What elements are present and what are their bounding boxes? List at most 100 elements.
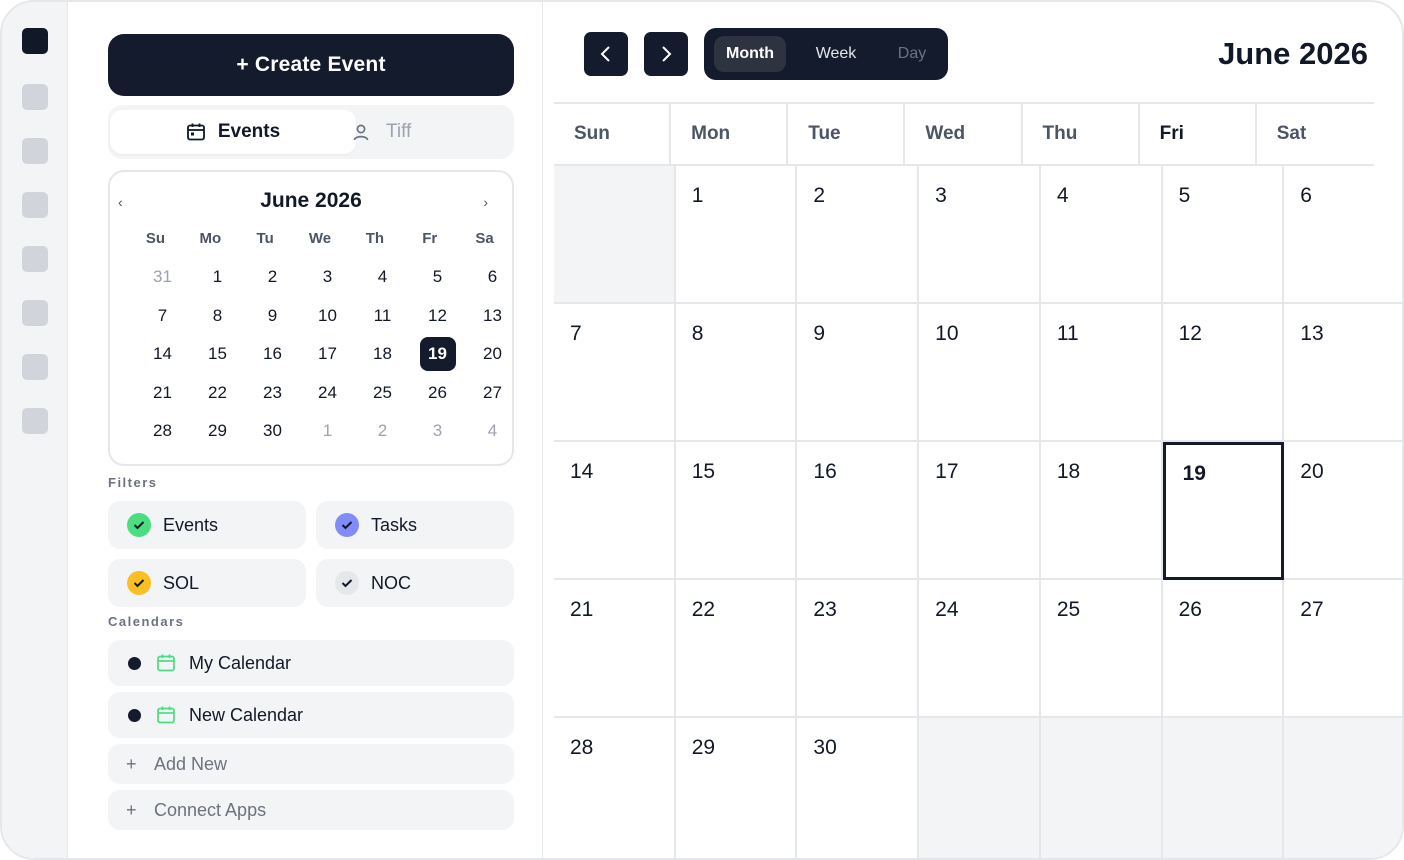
mini-calendar-next[interactable]: › [483,194,488,210]
mini-calendar-day-today[interactable]: 19 [410,335,465,374]
day-cell-today[interactable]: 19 [1162,442,1285,580]
filter-events[interactable]: Events [108,501,306,549]
day-cell[interactable]: 24 [919,580,1041,718]
mini-calendar-day[interactable]: 3 [300,258,355,297]
mini-calendar-day[interactable]: 22 [190,374,245,413]
day-cell[interactable]: 8 [675,304,798,442]
mini-calendar-day[interactable]: 8 [190,297,245,336]
tab-user-label: Tiff [386,121,412,142]
rail-item-3[interactable] [22,138,48,164]
month-grid: 1 2 3 4 5 6 7 8 9 10 11 12 13 14 15 16 17 18 19 20 21 22 23 24 2… [554,166,1402,858]
weekday-sun: Sun [554,104,672,164]
view-tab-month[interactable]: Month [714,36,786,72]
day-cell[interactable]: 29 [675,718,798,858]
mini-calendar-day[interactable]: 21 [135,374,190,413]
day-cell[interactable]: 16 [797,442,920,580]
mini-calendar-day[interactable]: 29 [190,412,245,451]
mini-calendar-day[interactable]: 2 [355,412,410,451]
calendar-item-my-calendar[interactable]: My Calendar [108,640,514,686]
mini-calendar-day-number: 17 [318,344,337,364]
rail-item-5[interactable] [22,246,48,272]
mini-calendar-day[interactable]: 24 [300,374,355,413]
prev-month-button[interactable] [584,32,628,76]
day-cell[interactable]: 12 [1162,304,1285,442]
tab-events[interactable]: Events [110,110,356,154]
mini-calendar-day[interactable]: 13 [465,297,520,336]
day-cell[interactable]: 13 [1284,304,1402,442]
view-tab-day[interactable]: Day [884,36,940,72]
day-cell[interactable]: 6 [1284,166,1402,304]
mini-calendar-day[interactable]: 12 [410,297,465,336]
rail-item-8[interactable] [22,408,48,434]
day-cell[interactable]: 4 [1040,166,1163,304]
tab-user[interactable]: Tiff [352,110,472,154]
day-cell[interactable]: 17 [919,442,1041,580]
rail-item-6[interactable] [22,300,48,326]
mini-calendar-day[interactable]: 20 [465,335,520,374]
mini-weekday: Tu [256,230,274,247]
mini-calendar-day[interactable]: 4 [465,412,520,451]
connect-apps-label: Connect Apps [154,799,267,820]
mini-calendar-day-number: 3 [322,267,333,287]
next-month-button[interactable] [644,32,688,76]
mini-calendar-day[interactable]: 26 [410,374,465,413]
mini-calendar-day[interactable]: 3 [410,412,465,451]
mini-calendar-day[interactable]: 31 [135,258,190,297]
day-cell[interactable]: 15 [675,442,798,580]
mini-calendar-day[interactable]: 1 [300,412,355,451]
add-new-button[interactable]: + Add New [108,744,514,784]
mini-calendar-day[interactable]: 17 [300,335,355,374]
filter-noc[interactable]: NOC [316,559,514,607]
mini-calendar-day[interactable]: 2 [245,258,300,297]
mini-calendar-day[interactable]: 14 [135,335,190,374]
filter-tasks[interactable]: Tasks [316,501,514,549]
mini-calendar-day[interactable]: 6 [465,258,520,297]
day-cell[interactable]: 18 [1040,442,1163,580]
day-cell[interactable]: 2 [797,166,920,304]
day-cell[interactable]: 14 [554,442,676,580]
day-cell[interactable]: 3 [919,166,1041,304]
mini-calendar-day[interactable]: 16 [245,335,300,374]
mini-calendar-day[interactable]: 27 [465,374,520,413]
mini-calendar-day[interactable]: 18 [355,335,410,374]
day-cell[interactable]: 22 [675,580,798,718]
mini-calendar-day[interactable]: 10 [300,297,355,336]
day-cell[interactable]: 25 [1040,580,1163,718]
day-number: 13 [1300,322,1324,345]
day-cell[interactable]: 30 [797,718,920,858]
view-tab-week[interactable]: Week [802,36,870,72]
day-cell[interactable]: 7 [554,304,676,442]
mini-calendar-day[interactable]: 5 [410,258,465,297]
day-cell[interactable]: 10 [919,304,1041,442]
rail-item-4[interactable] [22,192,48,218]
filters-label: Filters [108,475,158,490]
day-cell[interactable]: 1 [675,166,798,304]
mini-calendar-day[interactable]: 25 [355,374,410,413]
mini-calendar-day[interactable]: 23 [245,374,300,413]
connect-apps-button[interactable]: + Connect Apps [108,790,514,830]
day-cell[interactable]: 27 [1284,580,1402,718]
mini-calendar-day[interactable]: 28 [135,412,190,451]
create-event-button[interactable]: + Create Event [108,34,514,96]
mini-calendar-day[interactable]: 4 [355,258,410,297]
day-number: 4 [1056,184,1069,207]
day-cell[interactable]: 23 [797,580,920,718]
mini-calendar-day[interactable]: 7 [135,297,190,336]
mini-calendar-day[interactable]: 30 [245,412,300,451]
day-cell[interactable]: 21 [554,580,676,718]
rail-item-7[interactable] [22,354,48,380]
day-cell[interactable]: 5 [1162,166,1285,304]
calendar-item-new-calendar[interactable]: New Calendar [108,692,514,738]
mini-calendar-day[interactable]: 15 [190,335,245,374]
day-cell[interactable]: 28 [554,718,676,858]
mini-calendar-day[interactable]: 1 [190,258,245,297]
mini-calendar-day[interactable]: 11 [355,297,410,336]
rail-item-calendar[interactable] [22,28,48,54]
rail-item-2[interactable] [22,84,48,110]
day-cell[interactable]: 26 [1162,580,1285,718]
day-cell[interactable]: 20 [1284,442,1402,580]
filter-sol[interactable]: SOL [108,559,306,607]
day-cell[interactable]: 11 [1040,304,1163,442]
day-cell[interactable]: 9 [797,304,920,442]
mini-calendar-day[interactable]: 9 [245,297,300,336]
